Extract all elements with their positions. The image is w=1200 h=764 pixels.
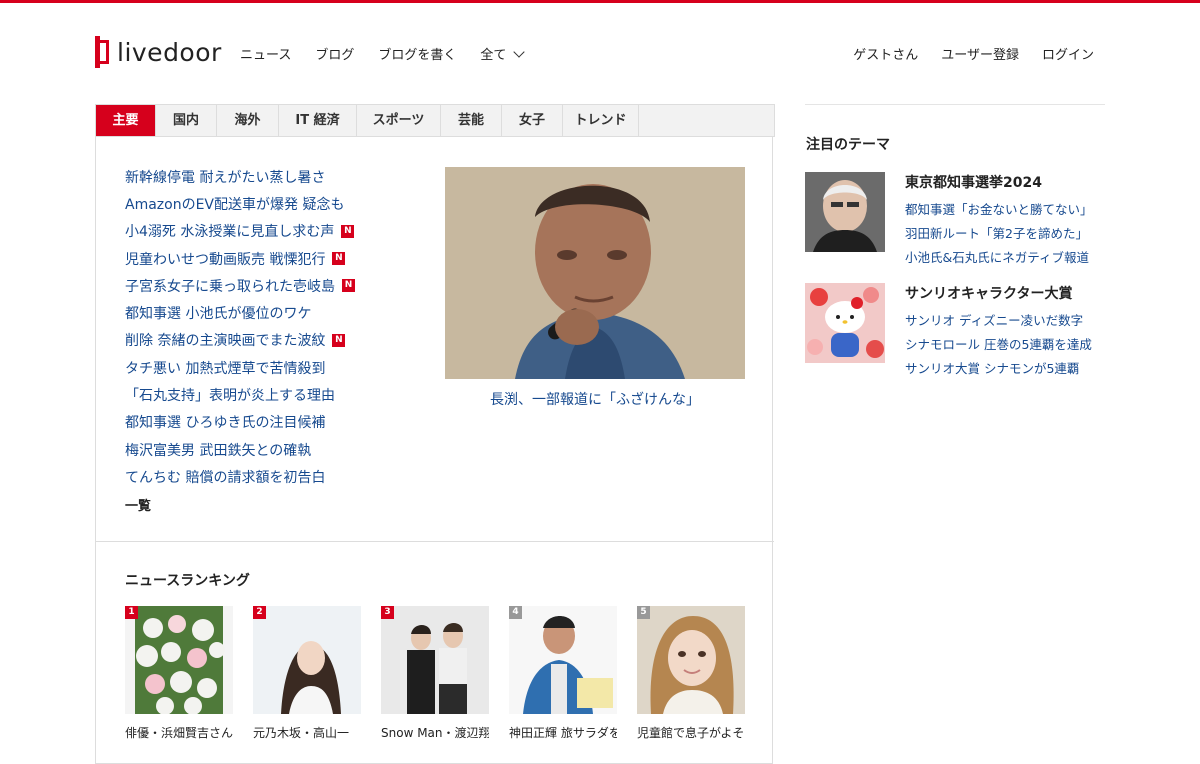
site-logo[interactable]: livedoor [95, 36, 222, 68]
register-link[interactable]: ユーザー登録 [941, 44, 1019, 63]
headline-item[interactable]: AmazonのEV配送車が爆発 疑念も [125, 190, 425, 217]
headline-item[interactable]: てんちむ 賠償の請求額を初告白 [125, 463, 425, 490]
headline-text: 新幹線停電 耐えがたい蒸し暑さ [125, 169, 326, 186]
headline-text: 子宮系女子に乗っ取られた壱岐島 [125, 278, 335, 295]
headline-item[interactable]: 削除 奈緒の主演映画でまた波紋 N [125, 327, 425, 354]
tab-it-economy[interactable]: IT 経済 [279, 105, 357, 136]
new-badge: N [341, 224, 355, 238]
headline-text: 「石丸支持」表明が炎上する理由 [125, 388, 335, 405]
rank-number: 2 [253, 606, 266, 619]
theme-image[interactable] [805, 283, 885, 363]
nav-write-blog[interactable]: ブログを書く [378, 44, 456, 63]
ranking-caption: 神田正輝 旅サラダを [509, 726, 617, 740]
tab-trend[interactable]: トレンド [563, 105, 639, 136]
sidebar-divider [805, 104, 1105, 105]
ranking-item-5[interactable]: 5 児童館で息子がよそ [637, 606, 745, 741]
ranking-image [253, 606, 361, 714]
theme-link[interactable]: サンリオ ディズニー凌いだ数字 [905, 310, 1105, 334]
headline-item[interactable]: 小4溺死 水泳授業に見直し求む声 N [125, 218, 425, 245]
top-story-caption[interactable]: 長渕、一部報道に「ふざけんな」 [445, 389, 745, 409]
ranking-item-3[interactable]: 3 Snow Man・渡辺翔 [381, 606, 489, 741]
sidebar-title: 注目のテーマ [806, 137, 890, 153]
guest-name[interactable]: ゲストさん [853, 44, 918, 63]
new-badge: N [332, 252, 346, 266]
ranking-caption: 俳優・浜畑賢吉さん、 [125, 726, 233, 740]
theme-link[interactable]: 都知事選「お金ないと勝てない」 [905, 199, 1105, 223]
headline-text: AmazonのEV配送車が爆発 疑念も [125, 196, 345, 213]
tab-women[interactable]: 女子 [502, 105, 563, 136]
more-link[interactable]: 一覧 [125, 495, 151, 514]
theme-link[interactable]: 羽田新ルート「第2子を諦めた」 [905, 223, 1105, 247]
tab-domestic[interactable]: 国内 [156, 105, 217, 136]
theme-photo [805, 283, 885, 363]
logo-text: livedoor [117, 37, 222, 67]
headline-text: 梅沢富美男 武田鉄矢との確執 [125, 442, 312, 459]
user-nav: ゲストさん ユーザー登録 ログイン [830, 44, 1094, 63]
ranking-image [509, 606, 617, 714]
new-badge: N [342, 279, 355, 293]
headline-item[interactable]: 子宮系女子に乗っ取られた壱岐島 N [125, 272, 425, 299]
ranking-item-2[interactable]: 2 元乃木坂・高山一 [253, 606, 361, 741]
theme-link[interactable]: シナモロール 圧巻の5連覇を達成 [905, 334, 1105, 358]
ranking-image [381, 606, 489, 714]
headline-item[interactable]: 「石丸支持」表明が炎上する理由 [125, 381, 425, 408]
new-badge: N [332, 333, 346, 347]
top-accent-bar [0, 0, 1200, 3]
headline-text: 都知事選 ひろゆき氏の注目候補 [125, 415, 326, 432]
ranking-title: ニュースランキング [125, 573, 250, 589]
nav-all-dropdown[interactable]: 全て [480, 44, 526, 63]
theme-link[interactable]: サンリオ大賞 シナモンが5連覇 [905, 358, 1105, 382]
theme-title[interactable]: サンリオキャラクター大賞 [905, 283, 1105, 303]
ranking-caption: Snow Man・渡辺翔 [381, 726, 489, 740]
ranking-item-1[interactable]: 1 俳優・浜畑賢吉さん、 [125, 606, 233, 741]
theme-link[interactable]: 小池氏&石丸氏にネガティブ報道 [905, 247, 1105, 271]
rank-number: 1 [125, 606, 138, 619]
headline-text: 児童わいせつ動画販売 戦慄犯行 [125, 251, 326, 268]
headline-text: てんちむ 賠償の請求額を初告白 [125, 469, 326, 486]
top-story-image [445, 167, 745, 379]
theme-photo [805, 172, 885, 252]
section-divider [96, 541, 774, 542]
headline-text: 都知事選 小池氏が優位のワケ [125, 306, 312, 323]
global-nav: ニュース ブログ ブログを書く 全て [240, 44, 547, 63]
headline-list: 新幹線停電 耐えがたい蒸し暑さ AmazonのEV配送車が爆発 疑念も 小4溺死 水… [125, 163, 425, 491]
headline-item[interactable]: 新幹線停電 耐えがたい蒸し暑さ [125, 163, 425, 190]
tab-sports[interactable]: スポーツ [357, 105, 441, 136]
nav-blog[interactable]: ブログ [315, 44, 354, 63]
theme-image[interactable] [805, 172, 885, 252]
headline-item[interactable]: タチ悪い 加熱式煙草で苦情殺到 [125, 354, 425, 381]
login-link[interactable]: ログイン [1042, 44, 1094, 63]
top-story-photo[interactable] [445, 167, 745, 379]
ranking-caption: 元乃木坂・高山一 [253, 726, 350, 740]
logo-icon [95, 36, 111, 68]
nav-news[interactable]: ニュース [240, 44, 291, 63]
headline-item[interactable]: 梅沢富美男 武田鉄矢との確執 [125, 436, 425, 463]
ranking-image [125, 606, 233, 714]
headline-item[interactable]: 都知事選 小池氏が優位のワケ [125, 299, 425, 326]
rank-number: 5 [637, 606, 650, 619]
headline-text: 削除 奈緒の主演映画でまた波紋 [125, 333, 326, 350]
theme-title[interactable]: 東京都知事選挙2024 [905, 172, 1105, 192]
tab-entertainment[interactable]: 芸能 [441, 105, 502, 136]
chevron-down-icon [513, 46, 526, 58]
headline-item[interactable]: 児童わいせつ動画販売 戦慄犯行 N [125, 245, 425, 272]
rank-number: 4 [509, 606, 522, 619]
ranking-caption: 児童館で息子がよそ [637, 726, 745, 740]
headline-item[interactable]: 都知事選 ひろゆき氏の注目候補 [125, 409, 425, 436]
rank-number: 3 [381, 606, 394, 619]
ranking-image [637, 606, 745, 714]
category-tabs: 主要 国内 海外 IT 経済 スポーツ 芸能 女子 トレンド [95, 104, 775, 137]
headline-text: タチ悪い 加熱式煙草で苦情殺到 [125, 360, 326, 377]
ranking-item-4[interactable]: 4 神田正輝 旅サラダを [509, 606, 617, 741]
tab-main[interactable]: 主要 [96, 105, 156, 136]
nav-all-label: 全て [480, 48, 507, 63]
tab-overseas[interactable]: 海外 [217, 105, 279, 136]
headline-text: 小4溺死 水泳授業に見直し求む声 [125, 224, 335, 241]
